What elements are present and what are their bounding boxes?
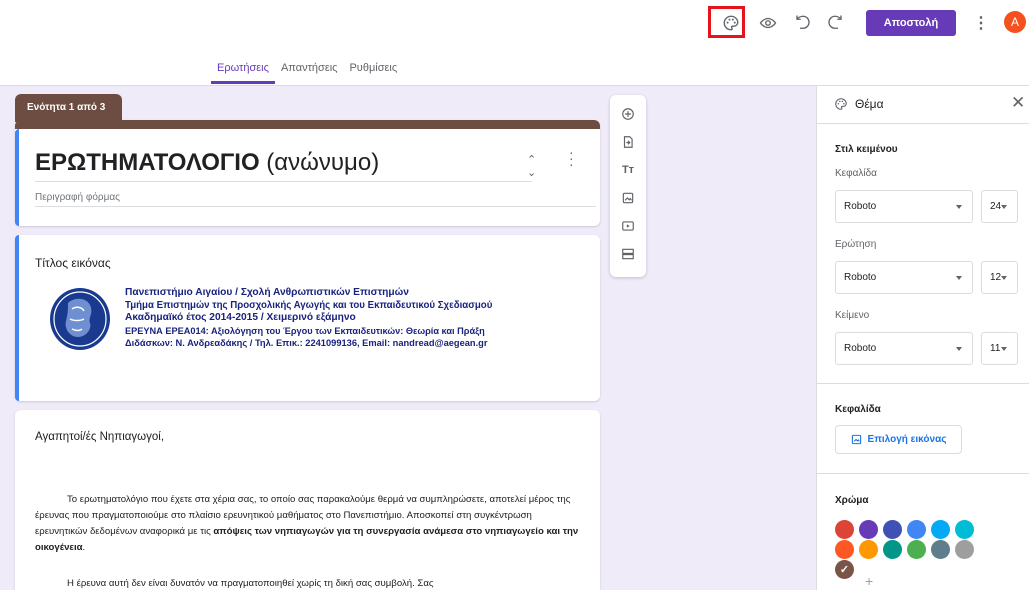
form-title-card[interactable]: ΕΡΩΤΗΜΑΤΟΛΟΓΙΟ (ανώνυμο) Περιγραφή φόρμα… [15,120,600,226]
import-questions-icon[interactable] [610,128,646,156]
uni-line-5: Διδάσκων: Ν. Ανδρεαδάκης / Τηλ. Επικ.: 2… [125,338,488,348]
undo-icon[interactable] [789,9,817,37]
title-underline [35,181,532,182]
add-video-icon[interactable] [610,212,646,240]
text-font-select[interactable]: Roboto [835,332,973,365]
choose-image-button[interactable]: Επιλογή εικόνας [835,425,962,454]
greeting-text: Αγαπητοί/ές Νηπιαγωγοί, [35,431,165,443]
question-size-select[interactable]: 12 [981,261,1018,294]
color-swatch[interactable] [835,520,854,539]
chevron-down-icon [956,347,962,351]
question-size-value: 12 [990,272,1002,283]
uni-line-3: Ακαδημαϊκό έτος 2014-2015 / Χειμερινό εξ… [125,312,356,323]
header-image-heading: Κεφαλίδα [835,404,881,415]
tab-settings[interactable]: Ρυθμίσεις [343,62,403,84]
color-swatch[interactable] [883,540,902,559]
image-title[interactable]: Τίτλος εικόνας [35,256,111,270]
chevron-down-icon [1001,276,1007,280]
theme-panel: Θέμα ✕ Στιλ κειμένου Κεφαλίδα Roboto 24 … [816,86,1029,590]
palette-icon [835,98,847,110]
text-font-label: Κείμενο [835,310,870,321]
send-button[interactable]: Αποστολή [866,10,956,36]
text-size-value: 11 [990,343,1001,354]
header-size-value: 24 [990,201,1002,212]
choose-image-label: Επιλογή εικόνας [867,434,947,445]
image-item-card[interactable]: Τίτλος εικόνας Πανεπιστήμιο Αιγαίου / Σχ… [15,235,600,401]
text-style-heading: Στιλ κειμένου [835,144,898,155]
tab-responses[interactable]: Απαντήσεις [275,62,344,84]
university-header-text: Πανεπιστήμιο Αιγαίου / Σχολή Ανθρωπιστικ… [125,287,492,350]
uni-line-2: Τμήμα Επιστημών της Προσχολικής Αγωγής κ… [125,299,493,311]
collapse-section-icon[interactable]: ⌃ ⌄ [527,153,536,179]
chevron-down-icon [956,276,962,280]
intro-end: . [82,542,86,553]
color-swatch[interactable]: ✓ [835,560,854,579]
form-title-rest: (ανώνυμο) [259,149,380,176]
add-image-icon[interactable] [610,184,646,212]
preview-eye-icon[interactable] [754,9,782,37]
color-swatch[interactable] [931,540,950,559]
add-color-icon[interactable]: + [865,573,873,589]
color-swatch[interactable] [955,520,974,539]
second-paragraph: Η έρευνα αυτή δεν είναι δυνατόν να πραγμ… [67,578,434,589]
intro-paragraph: Το ερωτηματολόγιο που έχετε στα χέρια σα… [35,492,583,556]
section-label: Ενότητα 1 από 3 [15,94,122,122]
color-swatch[interactable] [955,540,974,559]
question-font-label: Ερώτηση [835,239,877,250]
color-swatch[interactable] [859,520,878,539]
university-logo-icon [50,288,110,350]
question-font-value: Roboto [844,272,877,283]
form-description-field[interactable]: Περιγραφή φόρμας [35,192,120,203]
color-swatch[interactable] [859,540,878,559]
uni-line-1: Πανεπιστήμιο Αιγαίου / Σχολή Ανθρωπιστικ… [125,287,409,298]
top-bar: Αποστολή ⋮ A Ερωτήσεις Απαντήσεις Ρυθμίσ… [0,0,1029,86]
theme-panel-header: Θέμα ✕ [817,86,1029,124]
close-icon[interactable]: ✕ [1011,93,1025,113]
color-heading: Χρώμα [835,495,869,506]
text-font-value: Roboto [844,343,877,354]
add-item-toolbar: Tт [610,95,646,277]
avatar[interactable]: A [1004,11,1026,33]
text-item-card[interactable]: Αγαπητοί/ές Νηπιαγωγοί, Το ερωτηματολόγι… [15,410,600,590]
header-font-label: Κεφαλίδα [835,168,877,179]
palette-icon[interactable] [717,9,745,37]
image-accent-bar [15,235,19,401]
form-tabs: Ερωτήσεις Απαντήσεις Ρυθμίσεις [211,62,403,84]
form-title-bold: ΕΡΩΤΗΜΑΤΟΛΟΓΙΟ [35,149,260,176]
more-options-icon[interactable]: ⋮ [967,9,995,37]
header-size-select[interactable]: 24 [981,190,1018,223]
chevron-down-icon [1001,205,1007,209]
header-font-select[interactable]: Roboto [835,190,973,223]
selected-accent-bar [15,129,19,226]
form-title[interactable]: ΕΡΩΤΗΜΑΤΟΛΟΓΙΟ (ανώνυμο) [35,149,379,177]
color-swatch[interactable] [883,520,902,539]
uni-line-4: ΕΡΕΥΝΑ ΕΡΕΑ014: Αξιολόγηση του Έργου των… [125,325,485,336]
tab-questions[interactable]: Ερωτήσεις [211,62,275,84]
color-swatch[interactable] [931,520,950,539]
question-font-select[interactable]: Roboto [835,261,973,294]
color-swatch[interactable] [907,520,926,539]
color-swatch[interactable] [907,540,926,559]
section-more-icon[interactable]: · · · [569,145,574,171]
text-size-select[interactable]: 11 [981,332,1018,365]
divider [817,383,1029,384]
add-section-icon[interactable] [610,240,646,268]
description-underline [35,206,596,207]
add-question-icon[interactable] [610,100,646,128]
divider [817,473,1029,474]
chevron-down-icon [956,205,962,209]
color-swatch[interactable] [835,540,854,559]
image-icon [851,434,861,445]
theme-panel-title: Θέμα [855,97,884,111]
redo-icon[interactable] [821,9,849,37]
add-title-icon[interactable]: Tт [610,156,646,184]
header-font-value: Roboto [844,201,877,212]
chevron-down-icon [1001,347,1007,351]
